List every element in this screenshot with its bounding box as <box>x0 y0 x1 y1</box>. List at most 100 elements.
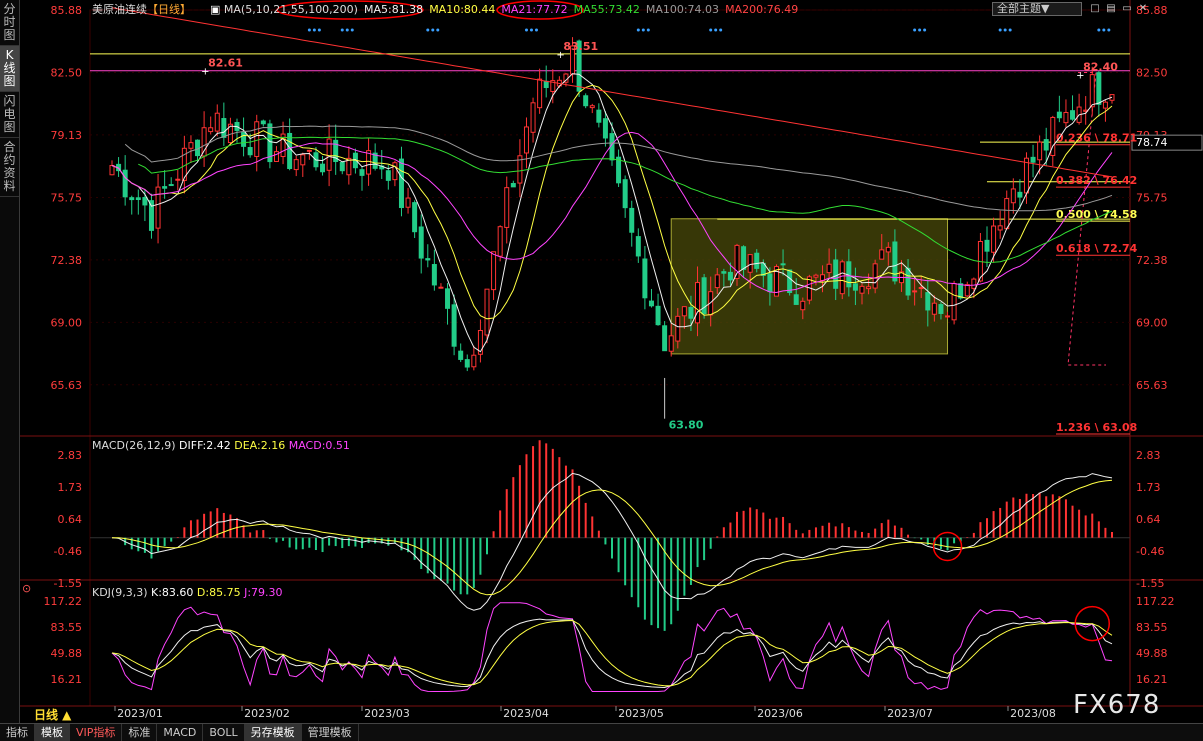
candle <box>168 184 174 187</box>
candle <box>464 359 470 368</box>
side-tab-1[interactable]: K线图 <box>0 46 19 92</box>
candle <box>885 246 891 253</box>
signal-dot <box>307 28 311 32</box>
signal-dot <box>1102 28 1106 32</box>
candle <box>497 226 503 257</box>
fib-label-0: 0.236 \ 78.71 <box>1056 132 1137 145</box>
signal-dot <box>1008 28 1012 32</box>
annotation-low: 63.80 <box>669 419 704 432</box>
candle <box>984 239 990 252</box>
candle <box>852 283 858 291</box>
candle <box>747 254 753 273</box>
candle <box>537 78 543 109</box>
macd-axis-right-4: -1.55 <box>1136 577 1164 590</box>
candle <box>681 306 687 317</box>
side-tab-3[interactable]: 合约资料 <box>0 138 19 197</box>
signal-dot <box>1097 28 1101 32</box>
candle <box>767 273 773 293</box>
watermark-logo: FX678 <box>1073 690 1161 720</box>
candle <box>866 286 872 290</box>
candle <box>964 284 970 297</box>
signal-dot <box>719 28 723 32</box>
annotation-high3: 82.40 <box>1083 60 1118 73</box>
bottom-tab-1[interactable]: 模板 <box>35 724 70 741</box>
date-label-1: 2023/02 <box>244 707 290 720</box>
candle <box>872 263 878 289</box>
window-button-3[interactable]: ✕ <box>1136 2 1150 16</box>
candle <box>931 302 937 315</box>
candle <box>418 226 424 259</box>
candle <box>523 126 529 154</box>
kdj-axis-right-2: 49.88 <box>1136 647 1168 660</box>
price-axis-left-6: 65.63 <box>51 379 83 392</box>
fib-label-1: 0.382 \ 76.42 <box>1056 174 1137 187</box>
bottom-tab-6[interactable]: 另存模板 <box>244 724 302 741</box>
signal-dot <box>636 28 640 32</box>
bottom-tab-0[interactable]: 指标 <box>0 724 35 741</box>
candle <box>918 287 924 290</box>
candle <box>602 118 608 139</box>
fib-label-3: 0.618 \ 72.74 <box>1056 242 1138 255</box>
candle <box>662 325 668 352</box>
candle <box>793 294 799 305</box>
bottom-tab-5[interactable]: BOLL <box>203 724 245 741</box>
signal-dot <box>714 28 718 32</box>
window-button-1[interactable]: ▤ <box>1104 2 1118 16</box>
candle <box>695 282 701 324</box>
kdj-axis-left-1: 83.55 <box>51 621 83 634</box>
candle <box>741 246 747 270</box>
bottom-tab-7[interactable]: 管理模板 <box>302 724 359 741</box>
macd-axis-left-3: -0.46 <box>54 545 82 558</box>
candle <box>491 251 497 291</box>
candle <box>458 350 464 360</box>
signal-dot <box>923 28 927 32</box>
candle <box>1056 111 1062 119</box>
side-tabs: 分时图 K线图 闪电图 合约资料 <box>0 0 20 723</box>
candle <box>445 288 451 309</box>
bottom-tab-4[interactable]: MACD <box>157 724 204 741</box>
candle <box>971 278 977 289</box>
candle <box>675 315 681 342</box>
price-axis-left-0: 85.88 <box>51 4 83 17</box>
bottom-tab-3[interactable]: 标准 <box>122 724 158 741</box>
annotation-high1: 82.61 <box>208 57 243 70</box>
theme-dropdown[interactable]: 全部主题▼ <box>992 2 1082 16</box>
macd-axis-right-2: 0.64 <box>1136 513 1161 526</box>
candle <box>997 225 1003 231</box>
price-axis-right-5: 69.00 <box>1136 316 1168 329</box>
signal-dot <box>709 28 713 32</box>
kdj-d-line <box>111 619 1113 687</box>
candle <box>1096 72 1102 105</box>
price-axis-left-2: 79.13 <box>51 129 83 142</box>
side-tab-2[interactable]: 闪电图 <box>0 92 19 138</box>
chart-canvas[interactable]: 85.8885.8882.5082.5079.1379.1375.7575.75… <box>20 0 1203 723</box>
candle <box>385 170 391 181</box>
chart-area[interactable]: 85.8885.8882.5082.5079.1379.1375.7575.75… <box>20 0 1203 723</box>
candle <box>431 264 437 286</box>
signal-dot <box>641 28 645 32</box>
candle <box>596 109 602 123</box>
candle <box>714 274 720 289</box>
candle <box>1030 156 1036 163</box>
candle <box>668 335 674 352</box>
signal-dot <box>312 28 316 32</box>
candle <box>155 186 161 229</box>
bottom-tab-2[interactable]: VIP指标 <box>70 724 123 741</box>
date-label-5: 2023/06 <box>757 707 803 720</box>
price-axis-right-6: 65.63 <box>1136 379 1168 392</box>
period-button[interactable]: 日线 ▲ <box>34 709 71 722</box>
candle <box>688 306 694 319</box>
ma-settings-icon[interactable]: ▣ <box>210 3 220 16</box>
kdj-axis-right-0: 117.22 <box>1136 595 1175 608</box>
side-tab-0[interactable]: 分时图 <box>0 0 19 46</box>
price-axis-right-4: 72.38 <box>1136 254 1168 267</box>
candle <box>859 285 865 294</box>
candle <box>951 283 957 321</box>
window-button-0[interactable]: □ <box>1088 2 1102 16</box>
kdj-axis-left-2: 49.88 <box>51 647 83 660</box>
signal-dot <box>340 28 344 32</box>
candle <box>162 186 168 189</box>
candle <box>787 269 793 293</box>
candle <box>616 156 622 184</box>
window-button-2[interactable]: ▭ <box>1120 2 1134 16</box>
